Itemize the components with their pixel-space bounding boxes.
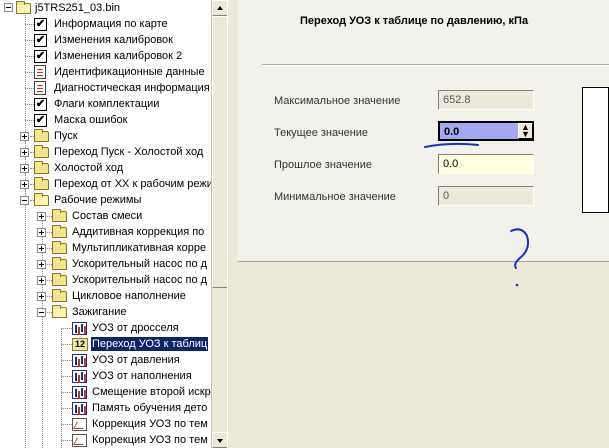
handwritten-annotation <box>424 142 530 287</box>
